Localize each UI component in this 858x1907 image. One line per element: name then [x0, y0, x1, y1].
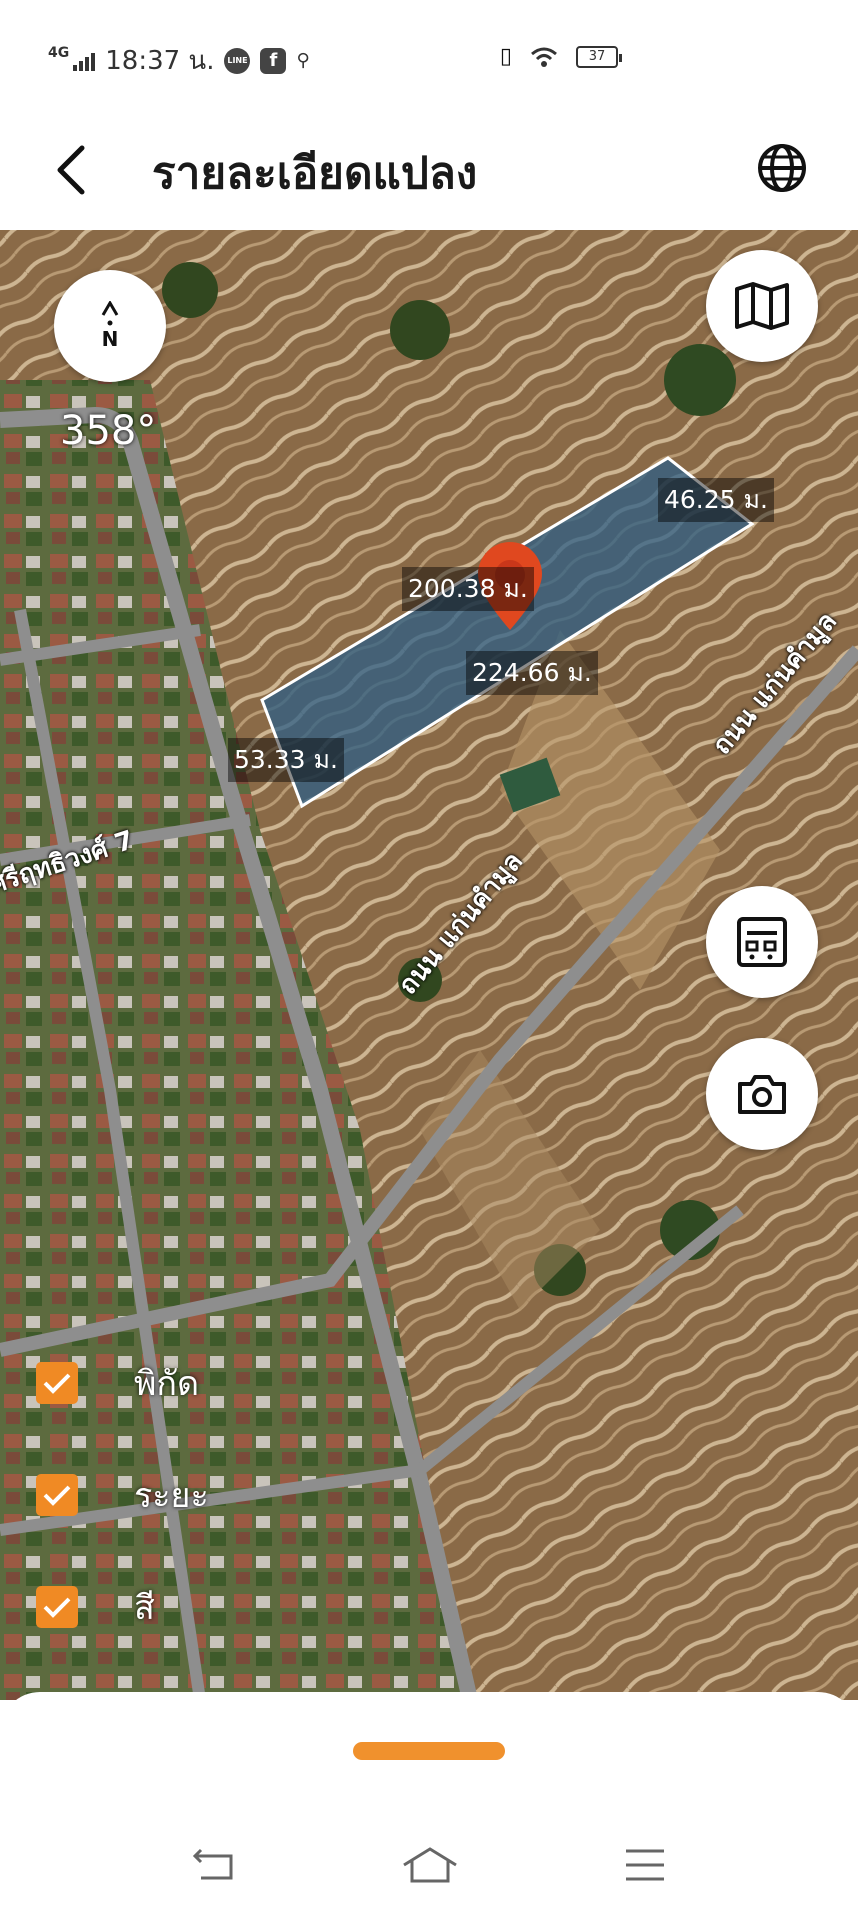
camera-icon [738, 1075, 786, 1114]
language-button[interactable] [750, 136, 814, 200]
heading-readout: 358° [60, 408, 157, 454]
battery-level: 37 [588, 49, 606, 64]
nav-menu-button[interactable] [610, 1840, 680, 1890]
checkmark-icon [43, 1373, 71, 1394]
north-arrow-icon [101, 301, 119, 326]
wifi-icon [531, 47, 557, 67]
calculator-icon [737, 917, 787, 967]
bottom-sheet [0, 1692, 858, 1907]
map-type-button[interactable] [706, 250, 818, 362]
app-header: รายละเอียดแปลง [0, 110, 858, 230]
label-coordinates: พิกัด [134, 1364, 200, 1404]
usb-icon: ⚲ [296, 50, 310, 71]
checkmark-icon [43, 1485, 71, 1506]
network-type: 4G [48, 44, 70, 61]
clock: 18:37 น. [105, 46, 215, 76]
calculator-button[interactable] [706, 886, 818, 998]
back-button[interactable] [40, 140, 100, 200]
sheet-drag-handle[interactable] [353, 1742, 505, 1760]
chevron-left-icon [57, 145, 85, 195]
status-bar: 4G 18:37 น. LINE f ⚲ ▯ 37 [0, 0, 858, 110]
checkbox-coordinates[interactable] [36, 1362, 78, 1404]
back-nav-icon [192, 1848, 233, 1880]
measure-bottom-short: 53.33 ม. [228, 738, 344, 782]
toggle-color[interactable]: สี [36, 1584, 209, 1630]
checkmark-icon [43, 1597, 71, 1618]
label-distance: ระยะ [134, 1476, 209, 1516]
page-title: รายละเอียดแปลง [152, 148, 478, 199]
line-icon: LINE [224, 47, 251, 74]
checkbox-distance[interactable] [36, 1474, 78, 1516]
toggle-distance[interactable]: ระยะ [36, 1472, 209, 1518]
measure-left-side: 200.38 ม. [402, 567, 534, 611]
battery-icon: 37 [576, 45, 622, 68]
map-layers-icon [735, 282, 789, 330]
toggle-coordinates[interactable]: พิกัด [36, 1360, 209, 1406]
vibrate-icon: ▯ [499, 44, 512, 69]
compass-button[interactable]: N [54, 270, 166, 382]
compass-label: N [101, 327, 119, 351]
home-nav-icon [403, 1847, 457, 1883]
layer-toggles: พิกัด ระยะ สี [36, 1360, 209, 1696]
system-nav-bar [0, 1832, 858, 1907]
satellite-map[interactable]: 46.25 ม. 200.38 ม. 224.66 ม. 53.33 ม. ถน… [0, 230, 858, 1700]
camera-button[interactable] [706, 1038, 818, 1150]
signal-icon [73, 51, 96, 71]
checkbox-color[interactable] [36, 1586, 78, 1628]
globe-icon [758, 144, 806, 192]
measure-top: 46.25 ม. [658, 478, 774, 522]
label-color: สี [134, 1588, 155, 1628]
facebook-icon: f [260, 47, 287, 74]
measure-bottom-side: 224.66 ม. [466, 651, 598, 695]
nav-back-button[interactable] [178, 1840, 248, 1890]
nav-home-button[interactable] [395, 1840, 465, 1890]
menu-nav-icon [626, 1849, 664, 1881]
